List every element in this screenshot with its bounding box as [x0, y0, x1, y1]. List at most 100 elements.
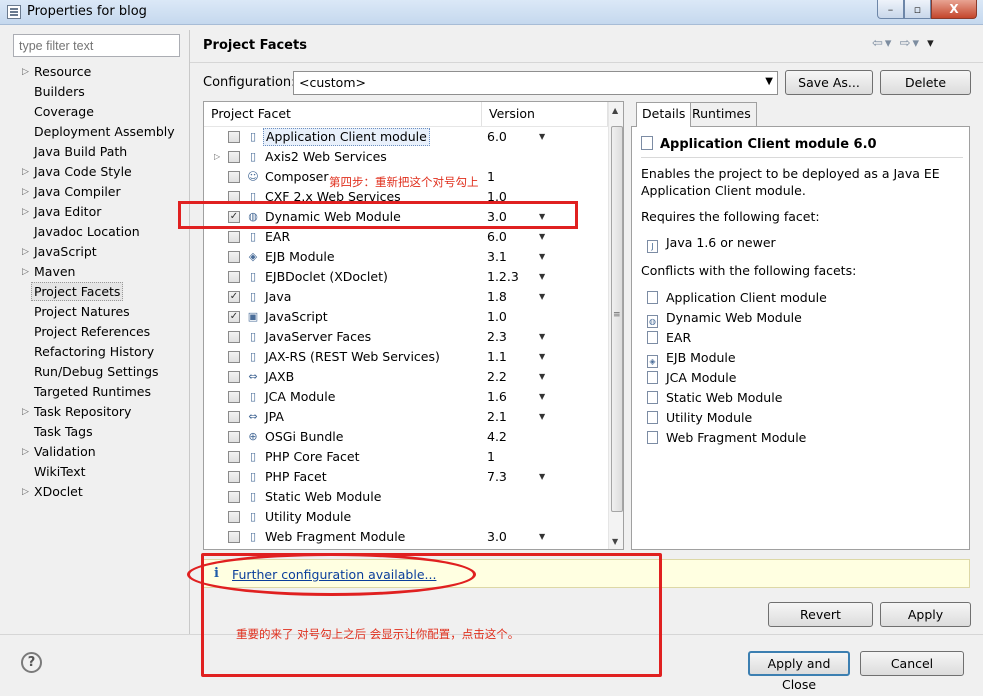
table-row[interactable]: ▯ Static Web Module [204, 487, 608, 507]
nav-item-project-facets[interactable]: Project Facets [5, 282, 189, 302]
facet-version[interactable]: 4.2 [487, 427, 507, 447]
expand-arrow-icon[interactable]: ▷ [214, 147, 220, 167]
facet-checkbox[interactable] [228, 271, 240, 283]
facet-version[interactable]: 1 [487, 447, 495, 467]
nav-item-refactoring-history[interactable]: Refactoring History [5, 342, 189, 362]
nav-item-project-natures[interactable]: Project Natures [5, 302, 189, 322]
table-row[interactable]: ▯ PHP Facet 7.3 ▼ [204, 467, 608, 487]
facet-checkbox[interactable] [228, 451, 240, 463]
tab-runtimes[interactable]: Runtimes [686, 102, 757, 126]
chevron-down-icon[interactable]: ▼ [539, 467, 545, 487]
chevron-down-icon[interactable]: ▼ [539, 407, 545, 427]
expand-arrow-icon[interactable]: ▷ [22, 182, 29, 202]
table-row[interactable]: ✓ ▯ Java 1.8 ▼ [204, 287, 608, 307]
chevron-down-icon[interactable]: ▼ [539, 387, 545, 407]
facet-version[interactable]: 3.0 [487, 527, 507, 547]
table-row[interactable]: ▯ JAX-RS (REST Web Services) 1.1 ▼ [204, 347, 608, 367]
help-icon[interactable]: ? [21, 652, 42, 673]
facet-version[interactable]: 1 [487, 167, 495, 187]
facet-checkbox[interactable]: ✓ [228, 311, 240, 323]
nav-item-targeted-runtimes[interactable]: Targeted Runtimes [5, 382, 189, 402]
nav-item-deployment-assembly[interactable]: Deployment Assembly [5, 122, 189, 142]
nav-item-coverage[interactable]: Coverage [5, 102, 189, 122]
scroll-down-icon[interactable]: ▼ [612, 537, 618, 546]
tab-details[interactable]: Details [636, 102, 692, 127]
nav-item-javascript[interactable]: ▷ JavaScript [5, 242, 189, 262]
nav-item-project-references[interactable]: Project References [5, 322, 189, 342]
revert-button[interactable]: Revert [768, 602, 873, 627]
facet-version[interactable]: 1.1 [487, 347, 507, 367]
save-as-button[interactable]: Save As... [785, 70, 873, 95]
chevron-down-icon[interactable]: ▼ [539, 287, 545, 307]
facet-version[interactable]: 6.0 [487, 227, 507, 247]
nav-item-javadoc-location[interactable]: Javadoc Location [5, 222, 189, 242]
nav-item-resource[interactable]: ▷ Resource [5, 62, 189, 82]
apply-button[interactable]: Apply [880, 602, 971, 627]
nav-item-java-editor[interactable]: ▷ Java Editor [5, 202, 189, 222]
nav-item-validation[interactable]: ▷ Validation [5, 442, 189, 462]
facet-checkbox[interactable] [228, 491, 240, 503]
maximize-button[interactable]: ▫ [904, 0, 931, 19]
configuration-select[interactable]: <custom> ▼ [293, 71, 778, 95]
nav-item-java-code-style[interactable]: ▷ Java Code Style [5, 162, 189, 182]
table-row[interactable]: ▷ ▯ Axis2 Web Services [204, 147, 608, 167]
facet-checkbox[interactable] [228, 471, 240, 483]
table-row[interactable]: ▯ EAR 6.0 ▼ [204, 227, 608, 247]
forward-arrow-icon[interactable]: ⇨▾ [900, 36, 921, 51]
expand-arrow-icon[interactable]: ▷ [22, 262, 29, 282]
table-row[interactable]: ▯ Web Fragment Module 3.0 ▼ [204, 527, 608, 547]
facet-version[interactable]: 2.2 [487, 367, 507, 387]
facet-version[interactable]: 1.2.3 [487, 267, 519, 287]
table-row[interactable]: ▯ JCA Module 1.6 ▼ [204, 387, 608, 407]
facet-checkbox[interactable] [228, 411, 240, 423]
close-button[interactable]: X [931, 0, 977, 19]
expand-arrow-icon[interactable]: ▷ [22, 202, 29, 222]
chevron-down-icon[interactable]: ▼ [539, 347, 545, 367]
apply-and-close-button[interactable]: Apply and Close [748, 651, 850, 692]
view-menu-icon[interactable]: ▾ [927, 36, 936, 51]
pane-divider[interactable] [189, 30, 190, 634]
table-row[interactable]: ✓ ▣ JavaScript 1.0 [204, 307, 608, 327]
facet-version[interactable]: 1.8 [487, 287, 507, 307]
table-row[interactable]: ⇔ JAXB 2.2 ▼ [204, 367, 608, 387]
nav-item-java-compiler[interactable]: ▷ Java Compiler [5, 182, 189, 202]
nav-item-task-repository[interactable]: ▷ Task Repository [5, 402, 189, 422]
table-row[interactable]: ⊕ OSGi Bundle 4.2 [204, 427, 608, 447]
expand-arrow-icon[interactable]: ▷ [22, 242, 29, 262]
facet-checkbox[interactable] [228, 371, 240, 383]
facet-checkbox[interactable] [228, 251, 240, 263]
nav-item-java-build-path[interactable]: Java Build Path [5, 142, 189, 162]
table-row[interactable]: ◈ EJB Module 3.1 ▼ [204, 247, 608, 267]
facet-checkbox[interactable] [228, 511, 240, 523]
facet-checkbox[interactable] [228, 331, 240, 343]
facet-version[interactable]: 2.3 [487, 327, 507, 347]
back-arrow-icon[interactable]: ⇦▾ [872, 36, 893, 51]
chevron-down-icon[interactable]: ▼ [539, 527, 545, 547]
facet-version[interactable]: 1.6 [487, 387, 507, 407]
expand-arrow-icon[interactable]: ▷ [22, 162, 29, 182]
chevron-down-icon[interactable]: ▼ [539, 267, 545, 287]
table-row[interactable]: ▯ Application Client module 6.0 ▼ [204, 127, 608, 147]
nav-item-xdoclet[interactable]: ▷ XDoclet [5, 482, 189, 502]
scroll-up-icon[interactable]: ▲ [612, 106, 618, 115]
facet-version[interactable]: 2.1 [487, 407, 507, 427]
nav-item-maven[interactable]: ▷ Maven [5, 262, 189, 282]
expand-arrow-icon[interactable]: ▷ [22, 62, 29, 82]
delete-button[interactable]: Delete [880, 70, 971, 95]
expand-arrow-icon[interactable]: ▷ [22, 402, 29, 422]
table-row[interactable]: ⇔ JPA 2.1 ▼ [204, 407, 608, 427]
facet-checkbox[interactable] [228, 151, 240, 163]
facet-checkbox[interactable] [228, 231, 240, 243]
expand-arrow-icon[interactable]: ▷ [22, 442, 29, 462]
facet-version[interactable]: 3.1 [487, 247, 507, 267]
minimize-button[interactable]: – [877, 0, 904, 19]
table-row[interactable]: ▯ JavaServer Faces 2.3 ▼ [204, 327, 608, 347]
filter-input[interactable] [13, 34, 180, 57]
chevron-down-icon[interactable]: ▼ [539, 227, 545, 247]
table-scrollbar[interactable]: ▲ ≡ ▼ [608, 102, 623, 549]
facet-checkbox[interactable] [228, 431, 240, 443]
facet-version[interactable]: 6.0 [487, 127, 507, 147]
chevron-down-icon[interactable]: ▼ [539, 247, 545, 267]
facet-checkbox[interactable] [228, 171, 240, 183]
chevron-down-icon[interactable]: ▼ [539, 127, 545, 147]
